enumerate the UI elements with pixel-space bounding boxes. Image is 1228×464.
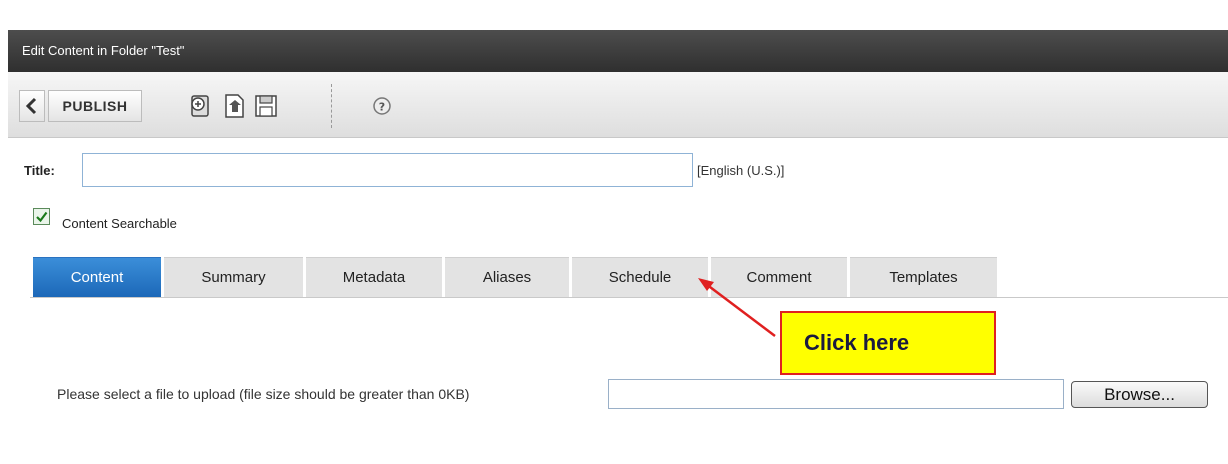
title-label: Title: [24,163,55,178]
language-label: [English (U.S.)] [697,163,785,178]
click-here-callout: Click here [780,311,996,375]
tab-schedule[interactable]: Schedule [572,257,708,297]
publish-button[interactable]: PUBLISH [48,90,142,122]
checkmark-icon [36,211,48,223]
upload-label: Please select a file to upload (file siz… [57,386,470,402]
browse-button[interactable]: Browse... [1071,381,1208,408]
tab-summary[interactable]: Summary [164,257,303,297]
tab-aliases[interactable]: Aliases [445,257,569,297]
help-button[interactable]: ? [368,92,396,120]
toolbar-separator [331,84,332,128]
export-button[interactable] [221,92,249,120]
file-path-input[interactable] [608,379,1064,409]
content-searchable-checkbox[interactable] [33,208,50,225]
tab-bar: Content Summary Metadata Aliases Schedul… [33,257,1000,297]
save-button[interactable] [252,92,280,120]
tab-comment[interactable]: Comment [711,257,847,297]
save-icon [255,95,277,117]
tab-metadata[interactable]: Metadata [306,257,442,297]
window-title: Edit Content in Folder "Test" [8,30,1228,72]
top-blank [0,0,1228,30]
tab-divider [30,297,1228,298]
content-searchable-label: Content Searchable [62,216,177,231]
back-button[interactable] [19,90,45,122]
export-icon [225,94,244,118]
checkin-button[interactable] [186,92,214,120]
title-input[interactable] [82,153,693,187]
help-icon: ? [373,97,391,115]
svg-text:?: ? [379,101,385,114]
toolbar: PUBLISH ? [8,72,1228,138]
back-icon [25,97,37,115]
tab-templates[interactable]: Templates [850,257,997,297]
checkin-icon [191,95,209,117]
tab-content[interactable]: Content [33,257,161,297]
